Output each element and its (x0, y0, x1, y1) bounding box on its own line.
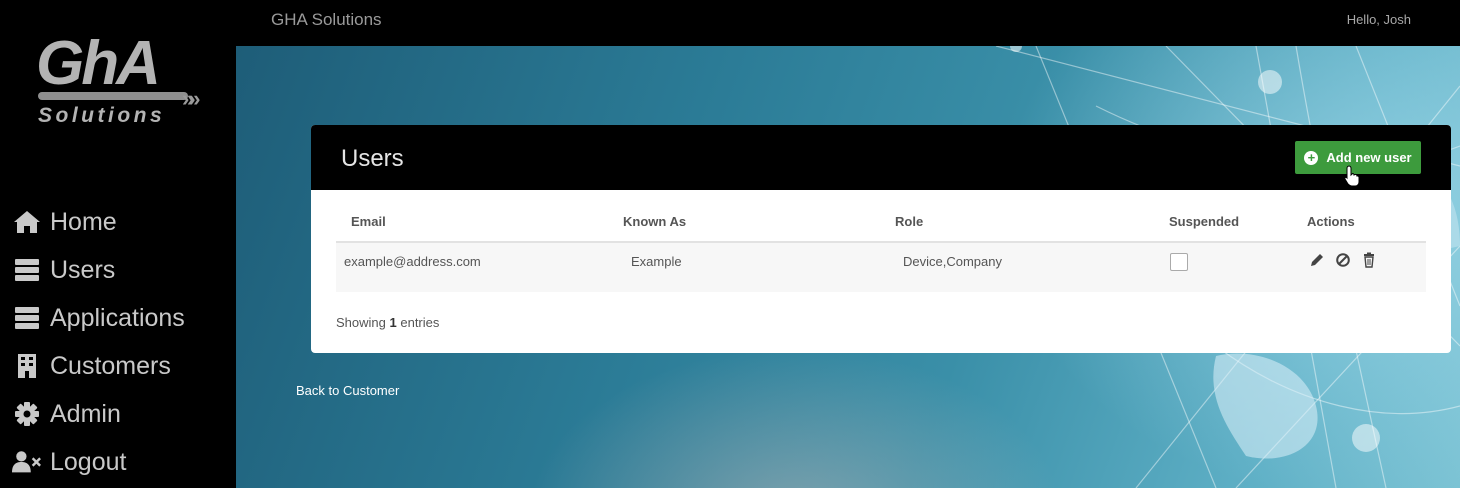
column-header-email[interactable]: Email (336, 201, 623, 243)
plus-circle-icon: + (1304, 150, 1319, 165)
cell-known-as: Example (623, 242, 895, 292)
building-icon (12, 352, 42, 380)
logo-sub-text: Solutions (38, 104, 166, 127)
cell-email: example@address.com (336, 242, 623, 292)
users-table: Email Known As Role Suspended Actions ex… (336, 201, 1426, 292)
sidebar-nav: Home Users Applications Customers Admin (12, 198, 185, 486)
user-times-icon (12, 448, 42, 476)
delete-trash-icon[interactable] (1361, 252, 1377, 268)
table-row: example@address.com Example Device,Compa… (336, 242, 1426, 292)
brand-title[interactable]: GHA Solutions (271, 10, 382, 30)
entries-count: Showing 1 entries (336, 315, 439, 330)
sidebar-item-label: Admin (50, 399, 121, 428)
panel-header: Users + Add new user (311, 125, 1451, 190)
sidebar: GhA »» Solutions Home Users Applications (0, 0, 236, 488)
sidebar-item-applications[interactable]: Applications (12, 294, 185, 342)
sidebar-item-label: Customers (50, 351, 171, 380)
showing-count: 1 (389, 315, 397, 330)
logo-main-text: GhA (36, 29, 161, 98)
sidebar-item-label: Applications (50, 303, 185, 332)
top-bar: GHA Solutions Hello, Josh (236, 0, 1460, 46)
sidebar-item-label: Logout (50, 447, 127, 476)
user-greeting: Hello, Josh (1346, 12, 1411, 27)
column-header-known-as[interactable]: Known As (623, 201, 895, 243)
sidebar-item-users[interactable]: Users (12, 246, 185, 294)
home-icon (12, 208, 42, 236)
sidebar-item-admin[interactable]: Admin (12, 390, 185, 438)
suspended-checkbox[interactable] (1170, 253, 1188, 271)
cell-role: Device,Company (895, 242, 1169, 292)
showing-prefix: Showing (336, 315, 386, 330)
suspend-ban-icon[interactable] (1335, 252, 1351, 268)
users-panel: Users + Add new user Email Known As Role… (311, 125, 1451, 353)
hand-cursor-icon (1344, 165, 1360, 187)
page-title: Users (341, 145, 404, 172)
back-to-customer-link[interactable]: Back to Customer (296, 383, 399, 398)
company-logo[interactable]: GhA »» Solutions (34, 32, 209, 132)
sidebar-item-home[interactable]: Home (12, 198, 185, 246)
server-icon (12, 256, 42, 284)
edit-pencil-icon[interactable] (1309, 252, 1325, 268)
sidebar-item-label: Users (50, 255, 116, 284)
gear-icon (12, 400, 42, 428)
showing-suffix: entries (400, 315, 440, 330)
table-header-row: Email Known As Role Suspended Actions (336, 201, 1426, 243)
sidebar-item-customers[interactable]: Customers (12, 342, 185, 390)
add-new-user-label: Add new user (1326, 150, 1412, 165)
logo-chevrons: »» (182, 86, 201, 111)
column-header-suspended[interactable]: Suspended (1169, 201, 1307, 243)
sidebar-item-logout[interactable]: Logout (12, 438, 185, 486)
row-actions (1309, 252, 1426, 268)
server-icon (12, 304, 42, 332)
sidebar-item-label: Home (50, 207, 117, 236)
column-header-actions: Actions (1307, 201, 1426, 243)
column-header-role[interactable]: Role (895, 201, 1169, 243)
logo-bar (38, 92, 188, 100)
